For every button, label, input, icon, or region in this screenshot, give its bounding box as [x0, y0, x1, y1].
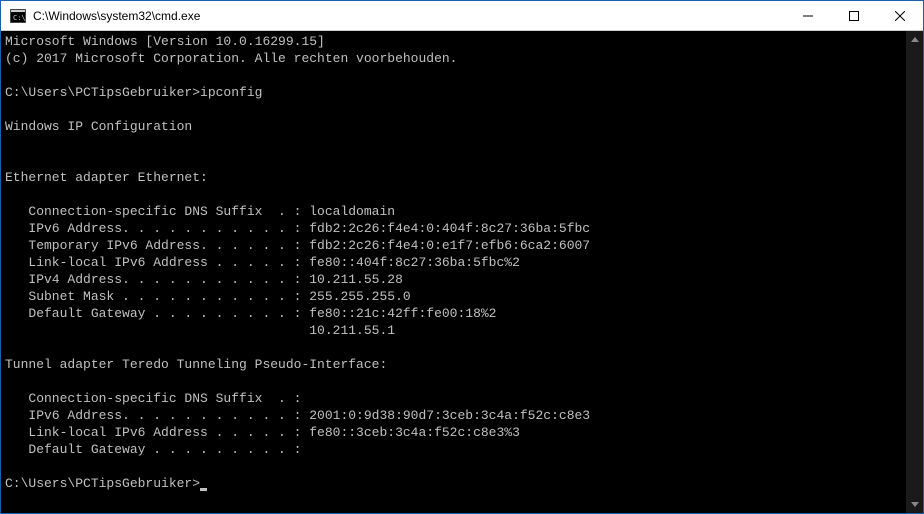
titlebar[interactable]: C:\ C:\Windows\system32\cmd.exe	[1, 1, 923, 31]
vertical-scrollbar[interactable]	[906, 31, 923, 513]
adapter-teredo-title: Tunnel adapter Teredo Tunneling Pseudo-I…	[5, 357, 387, 372]
svg-text:C:\: C:\	[13, 14, 26, 22]
console-output[interactable]: Microsoft Windows [Version 10.0.16299.15…	[1, 31, 906, 513]
cursor	[200, 488, 207, 491]
ethernet-gateway-2: 10.211.55.1	[5, 323, 395, 338]
cmd-window: C:\ C:\Windows\system32\cmd.exe Microsof…	[0, 0, 924, 514]
ethernet-temp-ipv6: Temporary IPv6 Address. . . . . . : fdb2…	[5, 238, 590, 253]
maximize-button[interactable]	[831, 1, 877, 30]
window-title: C:\Windows\system32\cmd.exe	[33, 1, 785, 31]
teredo-ipv6: IPv6 Address. . . . . . . . . . . : 2001…	[5, 408, 590, 423]
line-version: Microsoft Windows [Version 10.0.16299.15…	[5, 34, 325, 49]
window-controls	[785, 1, 923, 30]
adapter-ethernet-title: Ethernet adapter Ethernet:	[5, 170, 208, 185]
ethernet-dns-suffix: Connection-specific DNS Suffix . : local…	[5, 204, 395, 219]
console-area: Microsoft Windows [Version 10.0.16299.15…	[1, 31, 923, 513]
ethernet-subnet: Subnet Mask . . . . . . . . . . . : 255.…	[5, 289, 411, 304]
ipconfig-header: Windows IP Configuration	[5, 119, 192, 134]
scroll-up-button[interactable]	[906, 31, 923, 48]
prompt-line: C:\Users\PCTipsGebruiker>ipconfig	[5, 85, 262, 100]
teredo-gateway: Default Gateway . . . . . . . . . :	[5, 442, 301, 457]
cmd-icon: C:\	[9, 8, 27, 24]
ethernet-link-local: Link-local IPv6 Address . . . . . : fe80…	[5, 255, 520, 270]
teredo-link-local: Link-local IPv6 Address . . . . . : fe80…	[5, 425, 520, 440]
close-button[interactable]	[877, 1, 923, 30]
ethernet-ipv4: IPv4 Address. . . . . . . . . . . : 10.2…	[5, 272, 403, 287]
minimize-button[interactable]	[785, 1, 831, 30]
scroll-down-button[interactable]	[906, 496, 923, 513]
ethernet-gateway: Default Gateway . . . . . . . . . : fe80…	[5, 306, 496, 321]
line-copyright: (c) 2017 Microsoft Corporation. Alle rec…	[5, 51, 457, 66]
prompt-line-2: C:\Users\PCTipsGebruiker>	[5, 476, 200, 491]
scroll-track[interactable]	[906, 48, 923, 496]
teredo-dns-suffix: Connection-specific DNS Suffix . :	[5, 391, 301, 406]
ethernet-ipv6: IPv6 Address. . . . . . . . . . . : fdb2…	[5, 221, 590, 236]
